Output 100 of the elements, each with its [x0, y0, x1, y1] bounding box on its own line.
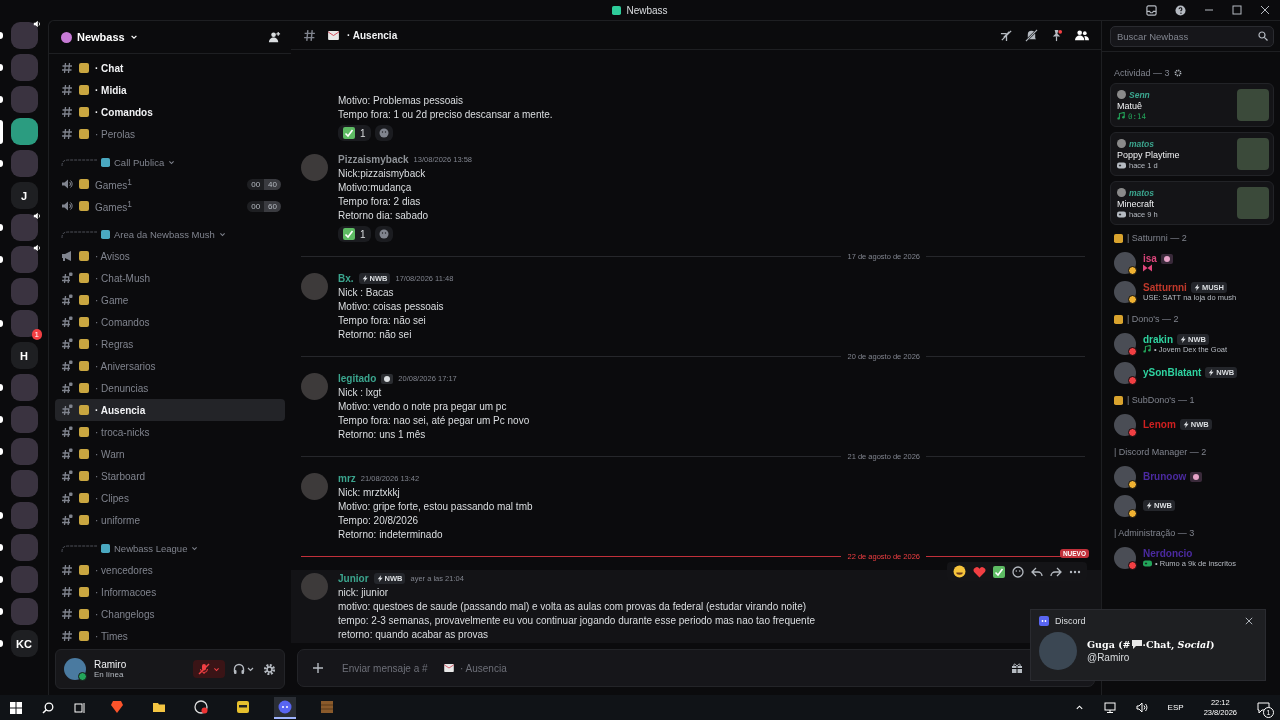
caret-icon[interactable] [218, 230, 226, 238]
check-emoji-icon[interactable] [993, 565, 1005, 578]
inbox-icon[interactable] [1146, 5, 1157, 16]
channel-item[interactable]: · Comandos [55, 311, 285, 333]
avatar[interactable] [1114, 251, 1136, 274]
channel-item[interactable]: · Chat [55, 57, 285, 79]
add-reaction-button[interactable] [374, 125, 393, 141]
reaction-chip[interactable]: 1 [338, 125, 371, 141]
channel-item[interactable]: Games$^{1}$ 00 40 [55, 173, 285, 195]
section-title: Actividad — 3 [1114, 68, 1170, 78]
channel-item[interactable]: Games$^{1}$ 00 60 [55, 195, 285, 217]
language-indicator[interactable]: ESP [1167, 703, 1184, 712]
add-member-icon[interactable] [268, 30, 281, 44]
channel-item[interactable]: · Midia [55, 79, 285, 101]
channel-item[interactable]: · Ausencia [55, 399, 285, 421]
members-icon[interactable] [1075, 28, 1089, 42]
lightning-icon [1180, 335, 1187, 343]
volume-icon[interactable] [1135, 702, 1148, 713]
server-icon[interactable] [10, 118, 38, 145]
avatar[interactable] [1114, 465, 1136, 488]
notification-toast[interactable]: Discord Guga (# ·Chat, Social) @Ramiro [1030, 609, 1266, 681]
add-reaction-icon[interactable] [1012, 565, 1024, 578]
settings-icon[interactable] [263, 662, 276, 676]
member-name[interactable]: Satturnni [1143, 281, 1187, 293]
lightning-icon [1193, 283, 1201, 291]
placeholder-text: · Ausencia [460, 662, 507, 674]
message-input[interactable]: Enviar mensaje a # [342, 662, 438, 674]
threads-icon[interactable] [1000, 28, 1013, 42]
channel-item[interactable]: · Informacoes [55, 581, 285, 603]
channel-item[interactable]: · Avisos [55, 245, 285, 267]
emoji-icon [79, 317, 89, 327]
headphones-icon[interactable] [233, 663, 255, 675]
channel-item[interactable]: · Changelogs [55, 603, 285, 625]
forward-icon[interactable] [1050, 565, 1062, 578]
category-name[interactable]: Area da Newbass Mush [114, 228, 215, 240]
laughing-emoji-icon[interactable] [953, 565, 966, 578]
gift-icon[interactable] [1011, 662, 1023, 674]
settings-icon[interactable] [1173, 69, 1182, 77]
close-icon[interactable] [1260, 5, 1270, 15]
avatar[interactable] [1114, 280, 1136, 303]
author-name[interactable]: legitado [338, 373, 377, 384]
channel-item[interactable]: · Times [55, 625, 285, 645]
plus-icon[interactable] [312, 662, 324, 674]
reaction-chip[interactable]: 1 [338, 226, 371, 242]
help-icon[interactable] [1175, 5, 1186, 16]
channel-item[interactable]: · Denuncias [55, 377, 285, 399]
emoji-icon [79, 405, 89, 415]
server-icon[interactable] [10, 214, 38, 241]
search-icon[interactable] [42, 701, 54, 714]
emoji-icon [79, 295, 89, 305]
network-icon[interactable] [1103, 702, 1116, 713]
server-icon[interactable] [10, 22, 38, 49]
server-icon[interactable]: KC [10, 630, 38, 657]
avatar[interactable] [1114, 494, 1136, 517]
author-name[interactable]: Pizzaismyback [338, 154, 409, 165]
reply-icon[interactable] [1031, 565, 1043, 578]
server-icon[interactable] [10, 310, 38, 337]
search-field[interactable]: Buscar Newbass [1110, 26, 1274, 47]
channel-item[interactable]: · troca-nicks [55, 421, 285, 443]
avatar[interactable] [64, 658, 86, 680]
task-view-icon[interactable] [74, 701, 86, 714]
avatar[interactable] [1114, 546, 1136, 569]
member-name[interactable]: Lenom [1143, 419, 1176, 430]
server-icon[interactable]: H [10, 342, 38, 369]
channel-item[interactable]: · Comandos [55, 101, 285, 123]
server-name-button[interactable]: Newbass [59, 29, 140, 45]
channel-item[interactable]: · Warn [55, 443, 285, 465]
maximize-icon[interactable] [1232, 5, 1242, 15]
channel-item[interactable]: · Game [55, 289, 285, 311]
add-reaction-button[interactable] [374, 226, 393, 242]
avatar[interactable] [1114, 332, 1136, 355]
member-name[interactable]: drakin [1143, 333, 1173, 345]
channel-item[interactable]: · uniforme [55, 509, 285, 531]
avatar[interactable] [1114, 413, 1136, 436]
server-icon[interactable]: J [10, 182, 38, 209]
channel-item[interactable]: · Clipes [55, 487, 285, 509]
caret-icon[interactable] [191, 544, 199, 552]
close-icon[interactable] [1245, 617, 1253, 625]
member-name[interactable]: isa [1143, 253, 1157, 264]
channel-item[interactable]: · Perolas [55, 123, 285, 145]
author-name[interactable]: Bx. [338, 273, 354, 284]
caret-icon[interactable] [168, 158, 176, 166]
author-name[interactable]: Junior [338, 573, 369, 584]
chevron-up-icon[interactable] [1074, 703, 1084, 712]
channel-item[interactable]: · Chat-Mush [55, 267, 285, 289]
microphone-button[interactable] [193, 660, 225, 678]
start-icon[interactable] [10, 701, 22, 714]
channel-item[interactable]: · Starboard [55, 465, 285, 487]
muted-bell-icon[interactable] [1025, 28, 1038, 42]
avatar[interactable] [1114, 361, 1136, 384]
author-name[interactable]: mrz [338, 473, 356, 484]
server-icon[interactable] [10, 246, 38, 273]
member-name[interactable]: ySonBlatant [1143, 367, 1202, 378]
heart-icon[interactable] [973, 565, 986, 578]
category-name[interactable]: Call Publica [114, 156, 165, 168]
channel-item[interactable]: · Aniversarios [55, 355, 285, 377]
category-name[interactable]: Newbass League [114, 542, 188, 554]
channel-item[interactable]: · Regras [55, 333, 285, 355]
taskbar-app[interactable] [274, 696, 296, 719]
channel-item[interactable]: · vencedores [55, 559, 285, 581]
